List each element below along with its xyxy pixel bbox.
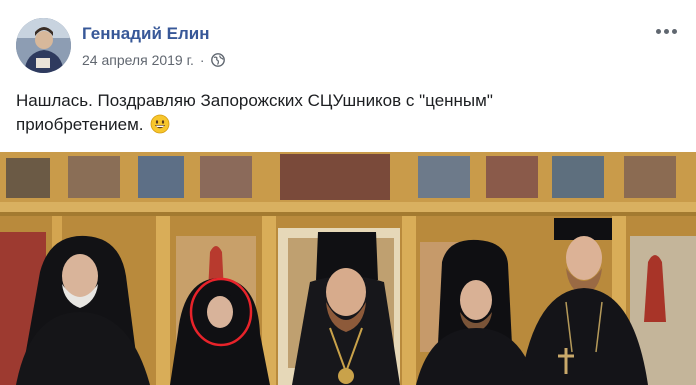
post-header: Геннадий Елин 24 апреля 2019 г. ·: [16, 18, 680, 74]
meta-separator: ·: [199, 52, 205, 68]
post-message: Нашлась. Поздравляю Запорожских СЦУшнико…: [16, 91, 493, 134]
more-dot: [663, 28, 669, 34]
post-text: Нашлась. Поздравляю Запорожских СЦУшнико…: [16, 89, 616, 137]
globe-icon[interactable]: [210, 53, 225, 67]
more-dot: [655, 28, 661, 34]
post-photo[interactable]: [0, 152, 696, 385]
author-name-link[interactable]: Геннадий Елин: [82, 24, 210, 44]
author-avatar[interactable]: [16, 18, 71, 73]
more-dot: [671, 28, 677, 34]
post-meta: 24 апреля 2019 г. ·: [82, 52, 225, 68]
more-options-icon[interactable]: [652, 20, 680, 42]
grinning-face-emoji-icon: [150, 114, 170, 134]
iconostasis-top-row: [6, 154, 676, 200]
post-date-link[interactable]: 24 апреля 2019 г.: [82, 52, 194, 68]
